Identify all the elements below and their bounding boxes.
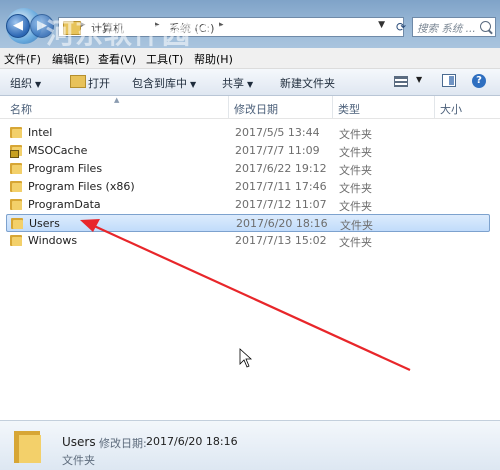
details-item-type: 文件夹 <box>62 454 95 467</box>
chevron-down-icon[interactable]: ▼ <box>378 20 385 30</box>
file-type: 文件夹 <box>339 146 372 159</box>
share-label: 共享 <box>222 77 244 90</box>
file-name: Windows <box>28 234 78 247</box>
file-name: MSOCache <box>28 144 88 157</box>
column-divider[interactable] <box>228 96 229 118</box>
column-divider[interactable] <box>434 96 435 118</box>
folder-icon <box>10 127 22 138</box>
open-folder-icon <box>70 75 86 88</box>
file-modified-date: 2017/5/5 13:44 <box>235 126 320 139</box>
file-modified-date: 2017/7/12 11:07 <box>235 198 327 211</box>
folder-icon <box>10 181 22 192</box>
back-arrow-icon: ◀ <box>13 18 23 33</box>
column-size[interactable]: 大小 <box>440 101 462 117</box>
file-type: 文件夹 <box>339 236 372 249</box>
menu-tools[interactable]: 工具(T) <box>146 51 183 67</box>
file-type: 文件夹 <box>339 200 372 213</box>
help-icon[interactable]: ? <box>472 74 486 88</box>
organize-label: 组织 <box>10 77 32 90</box>
preview-pane-icon[interactable] <box>442 74 456 87</box>
back-button[interactable]: ◀ <box>6 14 30 38</box>
refresh-icon: ⟳ <box>395 20 407 34</box>
title-bar: ◀ ▶ ▸ 计算机 ▸ 系统 (C:) ▸ ▼ ⟳ 搜索 系统 ... 河东软件… <box>0 0 500 50</box>
menu-file[interactable]: 文件(F) <box>4 51 41 67</box>
dropdown-arrow-icon: ▼ <box>35 80 42 89</box>
open-button[interactable]: 打开 <box>88 75 110 91</box>
new-folder-button[interactable]: 新建文件夹 <box>280 75 335 91</box>
dropdown-arrow-icon: ▼ <box>190 80 197 89</box>
file-row[interactable]: Program Files (x86) 2017/7/11 17:46 文件夹 <box>6 178 490 196</box>
column-header: 名称 修改日期 类型 大小 <box>0 96 500 119</box>
file-name: Users <box>29 217 60 230</box>
file-row[interactable]: MSOCache 2017/7/7 11:09 文件夹 <box>6 142 490 160</box>
folder-icon <box>10 235 22 246</box>
details-modified-value: 2017/6/20 18:16 <box>146 435 238 448</box>
folder-icon <box>10 145 22 158</box>
column-divider[interactable] <box>332 96 333 118</box>
change-view-icon[interactable] <box>394 76 408 87</box>
mouse-cursor-icon <box>239 348 253 368</box>
file-row[interactable]: Intel 2017/5/5 13:44 文件夹 <box>6 124 490 142</box>
dropdown-arrow-icon: ▼ <box>247 80 254 89</box>
file-type: 文件夹 <box>339 164 372 177</box>
file-name: Program Files <box>28 162 103 175</box>
file-row[interactable]: Program Files 2017/6/22 19:12 文件夹 <box>6 160 490 178</box>
view-dropdown-icon[interactable]: ▼ <box>416 75 422 84</box>
include-in-library-button[interactable]: 包含到库中 ▼ <box>132 75 196 91</box>
search-placeholder: 搜索 系统 ... <box>417 23 476 35</box>
file-row[interactable]: ProgramData 2017/7/12 11:07 文件夹 <box>6 196 490 214</box>
details-pane: Users 修改日期: 2017/6/20 18:16 文件夹 <box>0 420 500 470</box>
file-modified-date: 2017/6/20 18:16 <box>236 217 328 230</box>
sort-ascending-icon: ▲ <box>114 96 120 104</box>
file-row[interactable]: Users 2017/6/20 18:16 文件夹 <box>6 214 490 232</box>
menu-bar: 文件(F) 编辑(E) 查看(V) 工具(T) 帮助(H) <box>0 48 500 69</box>
details-modified-label: 修改日期: <box>99 437 147 450</box>
menu-help[interactable]: 帮助(H) <box>194 51 233 67</box>
column-modified[interactable]: 修改日期 <box>234 101 278 117</box>
share-button[interactable]: 共享 ▼ <box>222 75 253 91</box>
folder-icon <box>10 199 22 210</box>
file-name: Program Files (x86) <box>28 180 135 193</box>
command-toolbar: 组织 ▼ 打开 包含到库中 ▼ 共享 ▼ 新建文件夹 ▼ ? <box>0 69 500 96</box>
file-type: 文件夹 <box>340 219 373 232</box>
column-name[interactable]: 名称 <box>10 101 32 117</box>
folder-icon <box>11 218 23 229</box>
details-item-name: Users <box>62 435 96 449</box>
column-type[interactable]: 类型 <box>338 101 360 117</box>
file-type: 文件夹 <box>339 128 372 141</box>
file-type: 文件夹 <box>339 182 372 195</box>
folder-icon <box>14 429 44 463</box>
file-modified-date: 2017/6/22 19:12 <box>235 162 327 175</box>
file-row[interactable]: Windows 2017/7/13 15:02 文件夹 <box>6 232 490 250</box>
search-icon[interactable] <box>480 21 491 32</box>
watermark-url: www.pc0359.cn <box>118 22 234 37</box>
menu-edit[interactable]: 编辑(E) <box>52 51 90 67</box>
file-modified-date: 2017/7/7 11:09 <box>235 144 320 157</box>
include-in-library-label: 包含到库中 <box>132 77 187 90</box>
file-modified-date: 2017/7/11 17:46 <box>235 180 327 193</box>
file-modified-date: 2017/7/13 15:02 <box>235 234 327 247</box>
menu-view[interactable]: 查看(V) <box>98 51 136 67</box>
file-name: Intel <box>28 126 53 139</box>
lock-icon <box>10 150 19 158</box>
refresh-button[interactable]: ⟳ <box>392 18 410 36</box>
folder-icon <box>10 163 22 174</box>
file-name: ProgramData <box>28 198 101 211</box>
search-input[interactable]: 搜索 系统 ... <box>412 17 496 37</box>
organize-button[interactable]: 组织 ▼ <box>10 75 41 91</box>
